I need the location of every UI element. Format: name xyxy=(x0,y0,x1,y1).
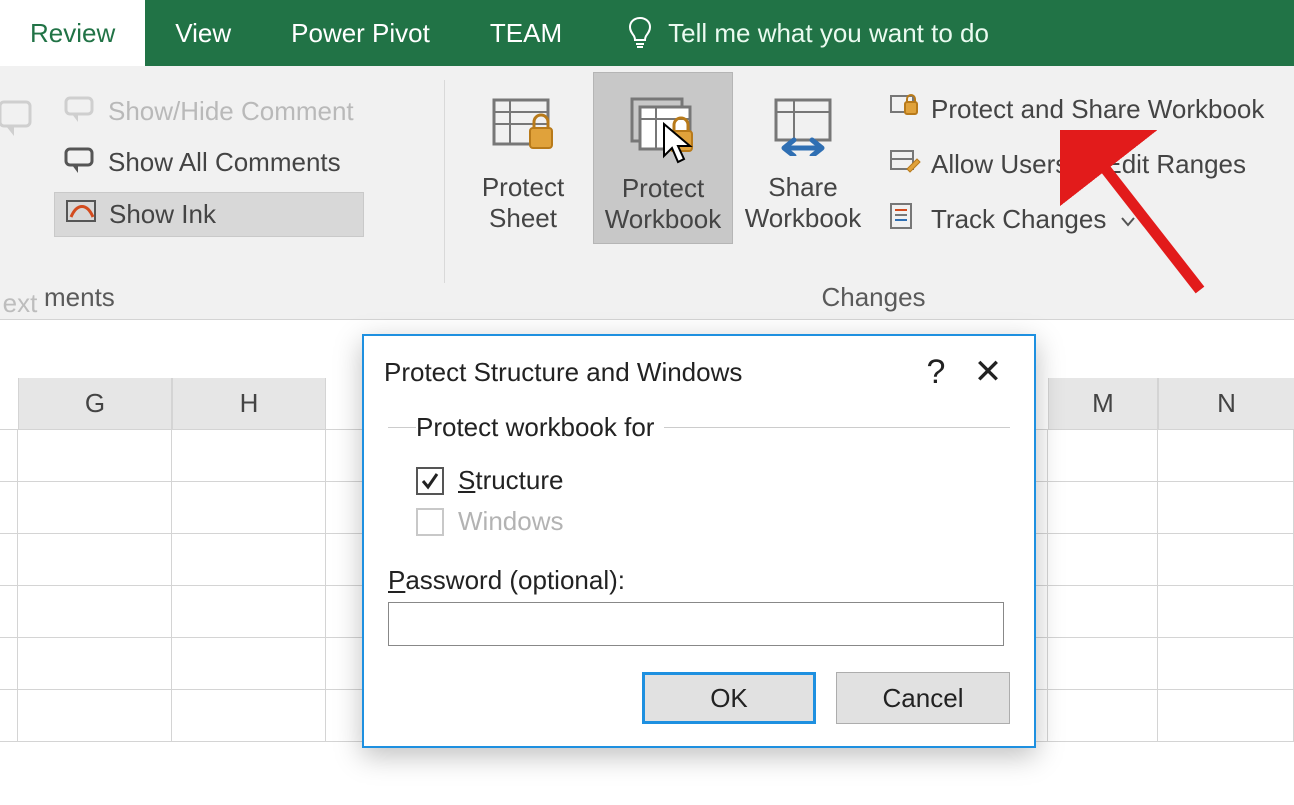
protect-sheet-label-1: Protect xyxy=(482,172,564,203)
protect-sheet-label-2: Sheet xyxy=(489,203,557,234)
windows-checkbox-row: Windows xyxy=(416,506,1010,537)
tab-power-pivot[interactable]: Power Pivot xyxy=(261,0,460,66)
password-input[interactable] xyxy=(388,602,1004,646)
track-changes-button[interactable]: Track Changes xyxy=(889,200,1264,239)
password-label: Password (optional): xyxy=(388,565,1010,596)
comments-group-label-partial: ments xyxy=(40,282,436,319)
protect-workbook-for-legend: Protect workbook for xyxy=(416,412,664,443)
windows-label: Windows xyxy=(458,506,563,537)
dialog-help-button[interactable]: ? xyxy=(910,353,962,392)
ok-button[interactable]: OK xyxy=(642,672,816,724)
dialog-title: Protect Structure and Windows xyxy=(384,357,910,388)
dropdown-icon xyxy=(1120,204,1136,235)
protect-structure-dialog: Protect Structure and Windows ? ✕ Protec… xyxy=(362,334,1036,748)
allow-users-label: Allow Users to Edit Ranges xyxy=(931,149,1246,180)
column-header-m[interactable]: M xyxy=(1048,378,1158,430)
protect-workbook-button[interactable]: Protect Workbook xyxy=(593,72,733,244)
protect-sheet-button[interactable]: Protect Sheet xyxy=(453,72,593,242)
tell-me-placeholder: Tell me what you want to do xyxy=(668,18,989,49)
protect-workbook-for-group: Protect workbook for Structure Windows xyxy=(388,412,1010,547)
protect-workbook-icon xyxy=(628,91,698,161)
share-workbook-icon xyxy=(768,90,838,160)
column-header-g[interactable]: G xyxy=(18,378,172,430)
show-all-comments-button[interactable]: Show All Comments xyxy=(54,141,364,184)
show-hide-comment-button[interactable]: Show/Hide Comment xyxy=(54,90,364,133)
ink-icon xyxy=(65,197,99,232)
share-workbook-label-2: Workbook xyxy=(745,203,862,234)
lightbulb-icon xyxy=(626,16,654,50)
changes-group-label: Changes xyxy=(453,282,1294,319)
delete-comment-label-partial: ext xyxy=(3,288,38,319)
track-changes-icon xyxy=(889,202,921,237)
show-ink-button[interactable]: Show Ink xyxy=(54,192,364,237)
column-header-h[interactable]: H xyxy=(172,378,326,430)
dialog-close-button[interactable]: ✕ xyxy=(962,352,1014,392)
comment-all-icon xyxy=(64,145,98,180)
structure-checkbox[interactable] xyxy=(416,467,444,495)
edit-ranges-icon xyxy=(889,147,921,182)
column-header-n[interactable]: N xyxy=(1158,378,1294,430)
protect-share-icon xyxy=(889,92,921,127)
structure-label: Structure xyxy=(458,465,564,496)
ribbon-tab-strip: Review View Power Pivot TEAM Tell me wha… xyxy=(0,0,1294,66)
protect-workbook-label-1: Protect xyxy=(622,173,704,204)
show-ink-label: Show Ink xyxy=(109,199,216,230)
share-workbook-button[interactable]: Share Workbook xyxy=(733,72,873,242)
protect-share-label: Protect and Share Workbook xyxy=(931,94,1264,125)
share-workbook-label-1: Share xyxy=(768,172,837,203)
cancel-button[interactable]: Cancel xyxy=(836,672,1010,724)
tab-review[interactable]: Review xyxy=(0,0,145,66)
group-separator xyxy=(444,80,445,283)
track-changes-label: Track Changes xyxy=(931,204,1106,235)
allow-users-edit-ranges-button[interactable]: Allow Users to Edit Ranges xyxy=(889,145,1264,184)
show-hide-comment-label: Show/Hide Comment xyxy=(108,96,354,127)
comment-toggle-icon xyxy=(64,94,98,129)
delete-comment-button-partial[interactable] xyxy=(0,96,36,158)
tell-me-search[interactable]: Tell me what you want to do xyxy=(592,0,989,66)
protect-workbook-label-2: Workbook xyxy=(605,204,722,235)
show-all-comments-label: Show All Comments xyxy=(108,147,341,178)
tab-team[interactable]: TEAM xyxy=(460,0,592,66)
ribbon-body: ext Show/Hide Comment Show All Comments xyxy=(0,66,1294,320)
tab-view[interactable]: View xyxy=(145,0,261,66)
protect-sheet-icon xyxy=(488,90,558,160)
windows-checkbox xyxy=(416,508,444,536)
structure-checkbox-row[interactable]: Structure xyxy=(416,465,1010,496)
protect-share-workbook-button[interactable]: Protect and Share Workbook xyxy=(889,90,1264,129)
